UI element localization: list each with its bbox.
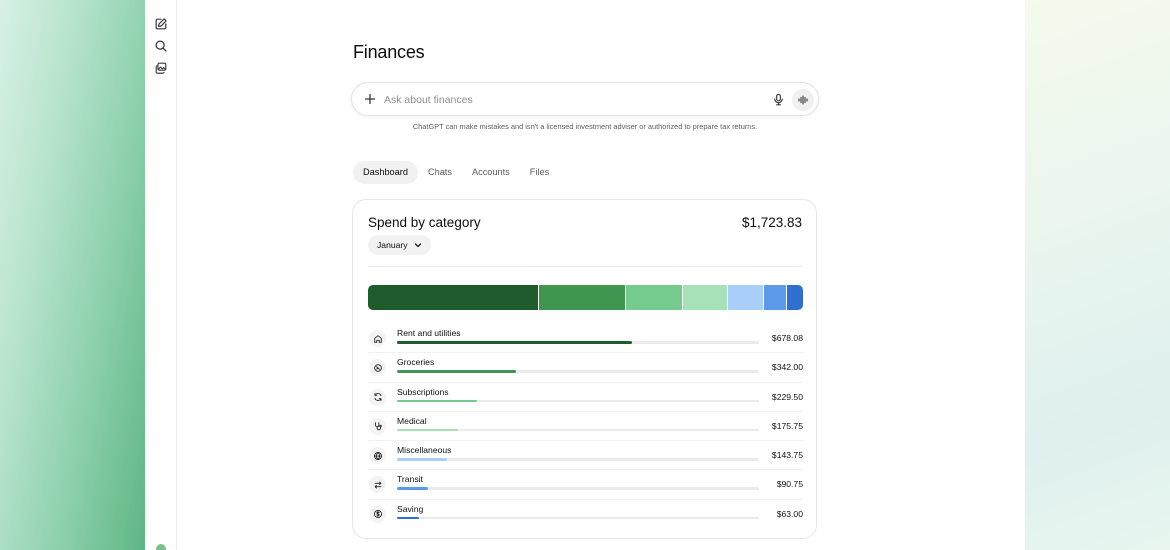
avatar[interactable] [156, 544, 166, 550]
category-progress-track [397, 399, 759, 403]
microphone-icon[interactable] [772, 93, 785, 106]
category-progress-fill [397, 516, 419, 520]
category-progress-track [397, 458, 759, 461]
category-amount: $143.75 [771, 450, 803, 461]
category-progress-fill [397, 487, 429, 490]
tab-dashboard[interactable]: Dashboard [353, 161, 418, 184]
groceries-icon [369, 359, 386, 377]
category-list: Rent and utilities $678.08 Groceries $342.0… [368, 324, 803, 529]
page-title: Finances [353, 42, 425, 62]
plus-icon[interactable] [363, 92, 377, 106]
category-amount: $63.00 [776, 508, 803, 519]
arrows-exchange-icon [369, 476, 386, 494]
tab-files[interactable]: Files [520, 161, 559, 184]
stacked-bar-segment [368, 285, 540, 310]
category-row[interactable]: Saving $63.00 [368, 500, 803, 529]
category-label: Miscellaneous [397, 445, 452, 456]
search-bar [351, 82, 819, 116]
category-progress-track [397, 487, 759, 490]
stacked-bar-segment [787, 285, 803, 310]
category-amount: $342.00 [771, 362, 803, 373]
category-amount: $229.50 [771, 391, 803, 402]
stacked-bar-segment [764, 285, 788, 310]
background-left [0, 0, 145, 550]
stethoscope-icon [369, 417, 386, 435]
globe-icon [369, 447, 386, 465]
tab-chats[interactable]: Chats [418, 161, 462, 184]
category-progress-track [397, 341, 759, 344]
stacked-bar-segment [683, 285, 728, 310]
dollar-circle-icon [369, 505, 386, 523]
stacked-bar-segment [727, 285, 765, 310]
stacked-bar-segment [625, 285, 684, 310]
category-stacked-bar [368, 285, 803, 310]
category-label: Medical [397, 415, 427, 426]
category-progress-fill [397, 428, 458, 432]
app-window: Finances ChatGPT can make mistakes and i… [145, 0, 1025, 550]
category-progress-track [397, 428, 759, 432]
category-amount: $175.75 [771, 420, 803, 431]
month-selector[interactable]: January [368, 235, 431, 255]
category-label: Subscriptions [397, 386, 449, 397]
refresh-icon [369, 388, 386, 406]
category-row[interactable]: Groceries $342.00 [368, 353, 803, 383]
category-label: Transit [397, 474, 423, 485]
main-content: Finances ChatGPT can make mistakes and i… [177, 0, 1025, 550]
category-progress-fill [397, 458, 447, 461]
tab-accounts[interactable]: Accounts [462, 161, 520, 184]
home-icon [369, 330, 386, 347]
category-row[interactable]: Rent and utilities $678.08 [368, 324, 803, 354]
search-icon[interactable] [154, 39, 168, 53]
disclaimer-text: ChatGPT can make mistakes and isn't a li… [412, 122, 758, 131]
category-progress-track [397, 516, 759, 520]
category-progress-fill [397, 341, 633, 344]
total-spend: $1,723.83 [741, 215, 802, 230]
search-input[interactable] [384, 91, 744, 109]
category-progress-track [397, 370, 759, 373]
month-label: January [377, 240, 408, 250]
category-label: Saving [397, 503, 424, 514]
new-chat-icon[interactable] [154, 17, 168, 31]
category-label: Groceries [397, 357, 435, 368]
voice-mode-button[interactable] [792, 89, 814, 111]
card-title: Spend by category [368, 215, 481, 230]
category-label: Rent and utilities [397, 328, 461, 338]
category-row[interactable]: Transit $90.75 [368, 470, 803, 500]
category-row[interactable]: Miscellaneous $143.75 [368, 441, 803, 471]
category-amount: $678.08 [771, 333, 803, 343]
category-progress-fill [397, 399, 477, 403]
category-progress-fill [397, 370, 516, 373]
tab-bar: Dashboard Chats Accounts Files [353, 161, 559, 185]
sidebar-rail [145, 0, 177, 550]
chevron-down-icon [414, 243, 421, 248]
category-row[interactable]: Subscriptions $229.50 [368, 383, 803, 412]
images-icon[interactable] [154, 61, 168, 75]
category-amount: $90.75 [776, 479, 803, 490]
waveform-icon [798, 95, 808, 105]
divider [368, 266, 802, 267]
stacked-bar-segment [539, 285, 626, 310]
spend-by-category-card: Spend by category $1,723.83 January Rent… [352, 199, 817, 539]
category-row[interactable]: Medical $175.75 [368, 412, 803, 442]
background-right [1025, 0, 1170, 550]
